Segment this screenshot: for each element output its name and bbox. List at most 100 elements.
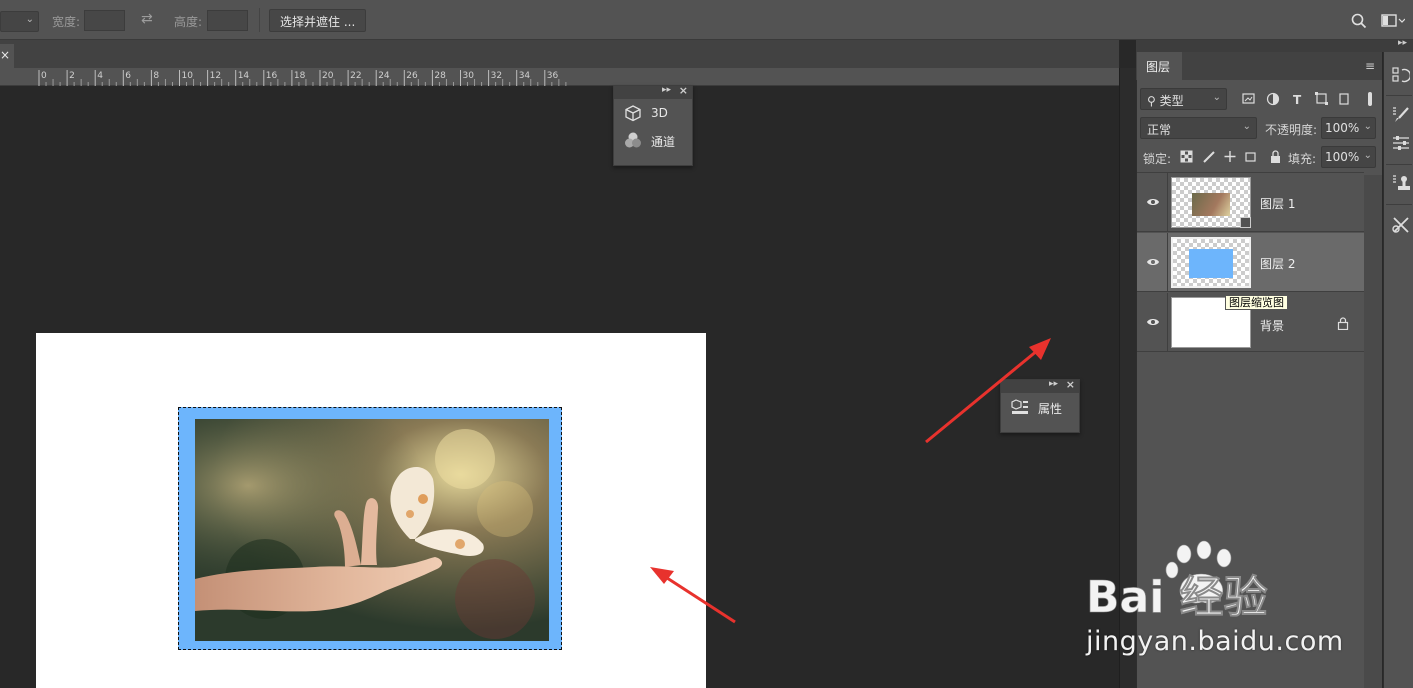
chevron-down-icon: ⌄ [1212,92,1221,103]
divider [1386,164,1412,165]
ruler-tick-label: 18 [294,71,306,81]
ruler-tick-label: 28 [434,71,446,81]
ruler-tick-label: 30 [463,71,475,81]
right-panel-toolstrip [1383,52,1413,688]
ruler-ticks: 0 2 4 6 8 10 12 14 16 18 20 22 24 26 28 30 32 34 36 [38,70,567,86]
eye-icon[interactable] [1146,255,1160,269]
chevron-down-icon: ⌄ [1363,150,1372,161]
layer-name[interactable]: 图层 1 [1260,195,1295,212]
search-icon[interactable] [1351,13,1367,29]
ruler-tick-label: 0 [41,71,47,81]
tab-layers[interactable]: 图层 [1137,52,1182,80]
panel-menu-icon[interactable]: ≡ [1365,59,1375,73]
ruler-tick-label: 8 [153,71,159,81]
ruler-tick-label: 4 [97,71,103,81]
workspace-icon[interactable] [1381,14,1405,28]
eye-icon[interactable] [1146,315,1160,329]
opacity-value: 100% [1325,121,1360,135]
layer-name[interactable]: 图层 2 [1260,255,1295,272]
collapse-icon[interactable]: ▸▸ [662,85,671,95]
options-bar: ⌄ 宽度: ⇄ 高度: 选择并遮住 ... [0,0,1413,40]
width-label: 宽度: [52,15,81,29]
red-arrow-layers [925,348,1039,444]
divider [1386,204,1412,205]
lock-options-icons[interactable] [1180,150,1282,163]
document-tab[interactable]: × [0,44,14,68]
layer-filter-icons[interactable]: T [1242,92,1372,106]
divider [1167,293,1168,352]
swap-icon[interactable]: ⇄ [141,11,153,27]
ruler-tick-label: 12 [210,71,221,81]
panel-item-label: 3D [651,106,668,120]
eye-icon[interactable] [1146,195,1160,209]
brush-settings-icon[interactable] [1392,106,1410,124]
red-arrowhead-layers [1029,338,1051,360]
close-icon[interactable]: × [1066,378,1075,391]
layers-scrollbar[interactable] [1364,175,1382,688]
ruler-tick-label: 2 [69,71,75,81]
ruler-tick-label: 20 [322,71,334,81]
divider [1167,233,1168,292]
style-select[interactable]: ⌄ [0,11,39,32]
svg-text:T: T [1293,93,1302,106]
height-input[interactable] [207,10,248,31]
clone-source-icon[interactable] [1392,174,1410,192]
red-arrow-doc [663,574,736,624]
ruler-tick-label: 36 [547,71,559,81]
smart-object-icon [1240,217,1251,228]
floating-panel-3d-channels[interactable]: ▸▸ × 3D 通道 [613,84,693,166]
ruler-tick-label: 16 [266,71,278,81]
fill-value: 100% [1325,150,1360,164]
divider [1167,173,1168,232]
chevron-down-icon: ⌄ [1363,121,1372,132]
divider [259,8,260,32]
adjustments-icon[interactable] [1392,134,1410,152]
watermark-url: jingyan.baidu.com [1086,626,1344,657]
layer-thumbnail[interactable] [1171,177,1251,228]
fill-label: 填充: [1288,152,1317,166]
ruler-tick-label: 32 [491,71,502,81]
filter-select-value: 类型 [1159,94,1184,108]
panel-dock-strip: ▸▸ [1136,38,1413,52]
ruler-tick-label: 6 [125,71,131,81]
ruler-tick-label: 10 [182,71,194,81]
opacity-input[interactable]: 100% ⌄ [1321,117,1376,139]
cube-3d-icon [625,105,641,122]
panel-item-3d[interactable]: 3D [614,99,692,126]
panel-item-channels[interactable]: 通道 [614,126,692,153]
layer-thumbnail-image [1189,249,1233,278]
panel-item-label: 通道 [651,135,676,149]
annotation-arrows [650,338,1051,624]
close-icon[interactable]: × [679,84,688,97]
lock-label: 锁定: [1143,152,1172,166]
height-label: 高度: [174,15,203,29]
divider [1386,95,1412,96]
butterfly-hand-photo [195,419,549,641]
opacity-label: 不透明度: [1265,123,1318,137]
layer-thumbnail-tooltip: 图层缩览图 [1225,295,1288,310]
ruler-tick-label: 24 [378,71,390,81]
history-icon[interactable] [1392,66,1410,84]
tool-presets-icon[interactable] [1392,216,1410,234]
select-and-mask-button[interactable]: 选择并遮住 ... [269,9,367,32]
layer-row-2[interactable]: 图层 2 [1137,233,1364,292]
chevron-down-icon: ⌄ [1242,121,1251,132]
baidu-watermark-logo: Bai 经验 [1086,540,1268,620]
chevron-down-icon: ⌄ [25,14,34,25]
panel-header[interactable]: ▸▸ × [614,84,692,99]
layer-name[interactable]: 背景 [1260,317,1284,334]
blend-mode-select[interactable]: 正常 ⌄ [1140,117,1257,139]
width-input[interactable] [84,10,125,31]
watermark-logo-text: Bai 经验 [1086,572,1268,620]
horizontal-ruler: 0 2 4 6 8 10 12 14 16 18 20 22 24 26 28 30 32 34 36 [0,68,1119,86]
layer-row-1[interactable]: 图层 1 [1137,173,1364,232]
layer-thumbnail[interactable] [1171,237,1251,288]
ruler-tick-label: 26 [406,71,418,81]
layer-filter-select[interactable]: ⚲ 类型 ⌄ [1140,88,1227,110]
collapse-panels-icon[interactable]: ▸▸ [1398,38,1407,48]
ruler-tick-label: 22 [350,71,361,81]
channels-icon [625,132,641,148]
fill-input[interactable]: 100% ⌄ [1321,146,1376,168]
ruler-tick-label: 34 [519,71,531,81]
close-icon[interactable]: × [0,48,10,62]
